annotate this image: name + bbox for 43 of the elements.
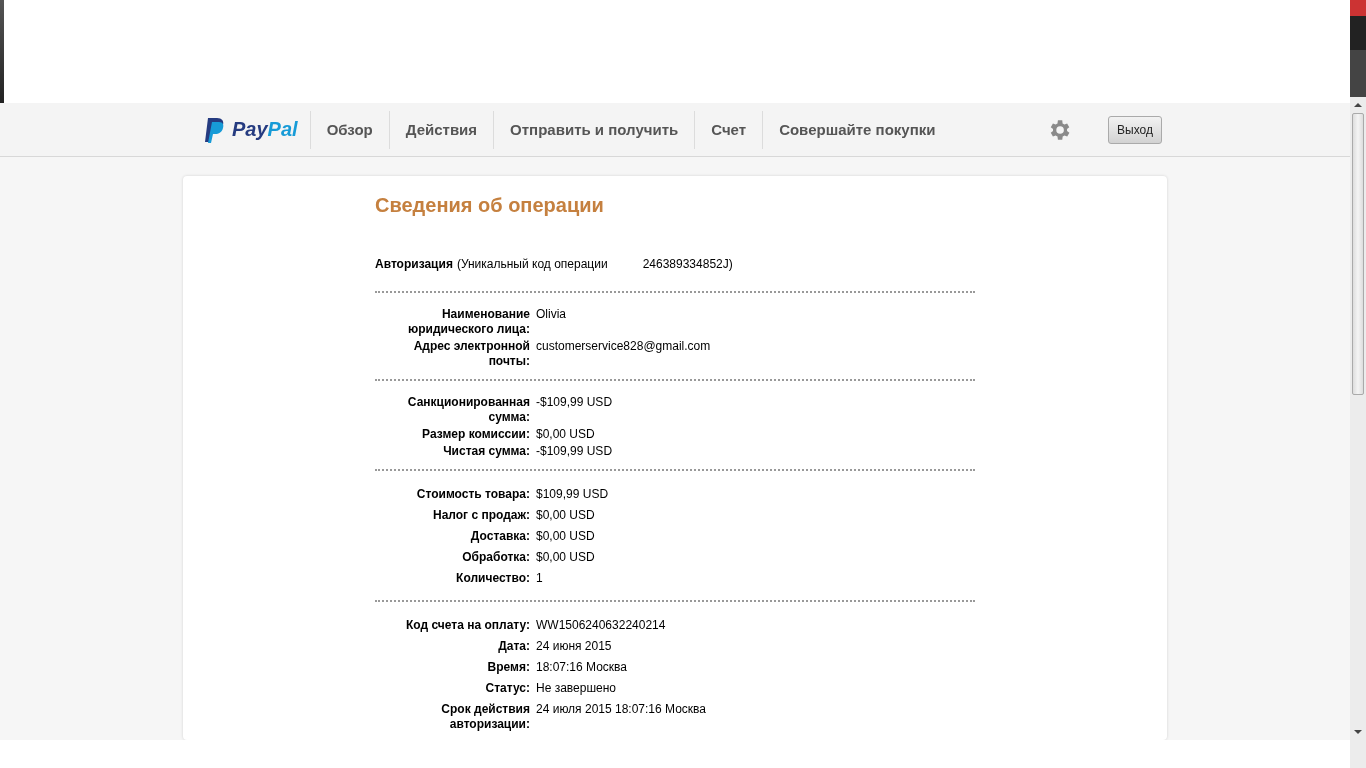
- nav-link[interactable]: Счет: [695, 110, 764, 149]
- nav-link[interactable]: Отправить и получить: [494, 110, 696, 149]
- field-value: customerservice828@gmail.com: [536, 339, 711, 355]
- field-value: $0,00 USD: [536, 427, 595, 442]
- field-label: Обработка:: [461, 550, 530, 565]
- field-label: Санкционированная сумма:: [406, 395, 530, 425]
- field-value: 18:07:16 Москва: [536, 660, 627, 675]
- field-value: -$109,99 USD: [536, 395, 613, 411]
- field-label: Время:: [486, 660, 530, 675]
- field-value: $109,99 USD: [536, 487, 609, 502]
- field-label: Наименование юридического лица:: [407, 307, 530, 337]
- field-value: $0,00 USD: [536, 529, 595, 544]
- field-label: Налог с продаж:: [431, 508, 530, 523]
- field-value: Не завершено: [536, 681, 617, 696]
- transaction-code: 246389334852J): [642, 257, 733, 271]
- field-label: Размер комиссии:: [421, 427, 530, 442]
- field-label: Срок действия авторизации:: [440, 702, 530, 732]
- paypal-logo-text: PayPal: [232, 118, 298, 141]
- field-value: Olivia: [536, 307, 566, 323]
- authorization-label: Авторизация: [375, 257, 453, 271]
- field-value: 24 июня 2015: [536, 639, 612, 654]
- field-value: -$109,99 USD: [536, 444, 613, 459]
- field-value: $0,00 USD: [536, 550, 595, 565]
- logout-button[interactable]: Выход: [1108, 115, 1162, 144]
- field-label: Статус:: [484, 681, 530, 696]
- field-value: WW1506240632240214: [536, 618, 666, 633]
- paypal-logo-icon: [204, 116, 226, 143]
- field-label: Чистая сумма:: [442, 444, 530, 459]
- authorization-text: (Уникальный код операции: [456, 257, 608, 271]
- nav-link[interactable]: Действия: [389, 110, 495, 149]
- page-title: Сведения об операции: [375, 194, 605, 217]
- field-label: Стоимость товара:: [415, 487, 530, 502]
- nav-link[interactable]: Совершайте покупки: [763, 110, 952, 149]
- field-label: Доставка:: [469, 529, 530, 544]
- field-label: Адрес электронной почты:: [412, 339, 530, 369]
- field-label: Количество:: [455, 571, 530, 586]
- field-value: 1: [536, 571, 543, 586]
- field-value: $0,00 USD: [536, 508, 595, 523]
- field-label: Код счета на оплату:: [405, 618, 530, 633]
- field-value: 24 июля 2015 18:07:16 Москва: [536, 702, 706, 718]
- field-label: Дата:: [497, 639, 530, 654]
- nav-link[interactable]: Обзор: [310, 110, 390, 149]
- scrollbar[interactable]: [1350, 0, 1366, 768]
